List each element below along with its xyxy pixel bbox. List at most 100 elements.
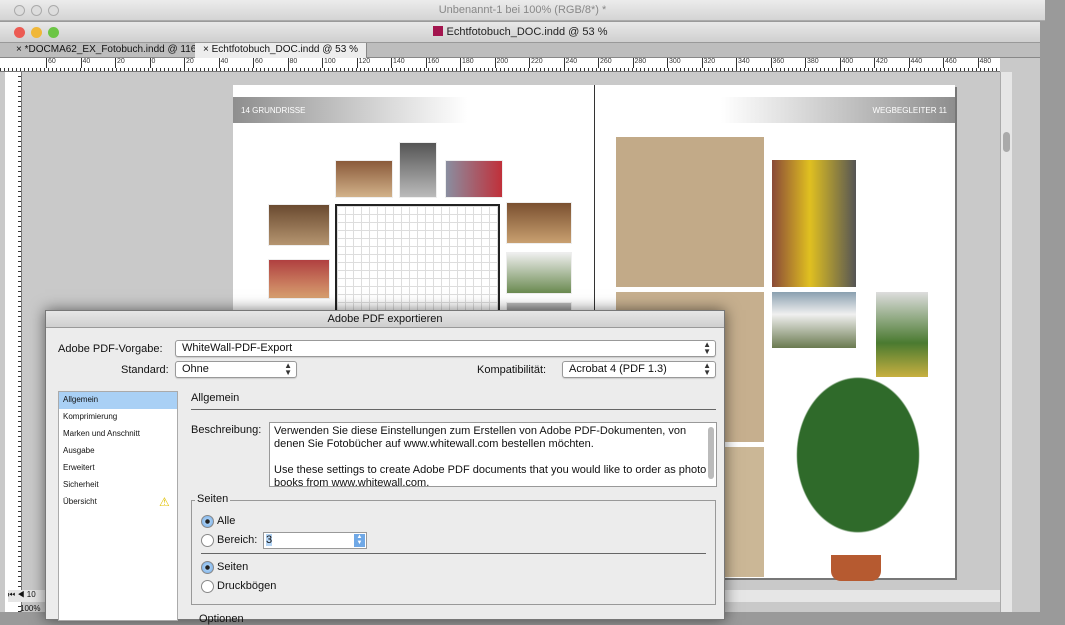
background-window-title: Unbenannt-1 bei 100% (RGB/8*) *	[438, 4, 607, 16]
textarea-scrollbar[interactable]	[708, 427, 714, 479]
page-number[interactable]: 10	[27, 590, 36, 599]
range-value: 3	[266, 534, 273, 546]
pages-divider	[201, 553, 706, 554]
ruler-tick-label: 240	[563, 58, 577, 68]
vertical-scrollbar[interactable]	[1000, 72, 1012, 612]
standard-select[interactable]: Ohne ▲ ▼	[175, 361, 297, 378]
section-title: Allgemein	[191, 392, 240, 404]
description-english: Use these settings to create Adobe PDF d…	[274, 464, 707, 487]
ruler-tick-label: 40	[218, 58, 228, 68]
range-stepper-icon[interactable]: ▲ ▼	[354, 534, 365, 547]
compat-value: Acrobat 4 (PDF 1.3)	[569, 363, 667, 375]
stepper-arrows-icon: ▲ ▼	[703, 361, 711, 377]
dialog-title: Adobe PDF exportieren	[46, 311, 724, 328]
tab-close-icon[interactable]: ×	[16, 44, 22, 55]
ruler-tick-label: 360	[770, 58, 784, 68]
sidebar-item-marken[interactable]: Marken und Anschnitt	[59, 426, 177, 443]
range-input[interactable]: 3 ▲ ▼	[263, 532, 367, 549]
photo-room-5[interactable]	[506, 252, 572, 294]
ruler-tick-label: 20	[115, 58, 125, 68]
preset-select[interactable]: WhiteWall-PDF-Export ▲ ▼	[175, 340, 716, 357]
pages-group-title: Seiten	[195, 493, 231, 505]
ruler-tick-label: 380	[805, 58, 819, 68]
description-textarea[interactable]: Verwenden Sie diese Einstellungen zum Er…	[269, 422, 717, 487]
tab-close-icon[interactable]: ×	[203, 44, 209, 55]
radio-range[interactable]	[201, 534, 214, 547]
tab-label: *DOCMA62_EX_Fotobuch.indd @ 116 %	[24, 44, 209, 55]
right-page-header: WEGBEGLEITER 11	[595, 97, 955, 123]
ruler-tick-label: 80	[287, 58, 297, 68]
ruler-tick-label: 300	[667, 58, 681, 68]
ruler-tick-label: 320	[701, 58, 715, 68]
sidebar-item-erweitert[interactable]: Erweitert	[59, 460, 177, 477]
pages-label: Seiten	[217, 561, 249, 573]
ruler-tick-label: 60	[46, 58, 56, 68]
ruler-tick-label: 280	[632, 58, 646, 68]
scrollbar-thumb[interactable]	[1003, 132, 1010, 152]
stepper-arrows-icon: ▲ ▼	[284, 361, 292, 377]
ruler-tick-label: 180	[460, 58, 474, 68]
standard-label: Standard:	[121, 364, 169, 376]
ruler-tick-label: 60	[253, 58, 263, 68]
compat-select[interactable]: Acrobat 4 (PDF 1.3) ▲ ▼	[562, 361, 716, 378]
photo-van[interactable]	[772, 292, 856, 348]
photo-cardboard-1[interactable]	[616, 137, 764, 287]
window-title-text: Echtfotobuch_DOC.indd @ 53 %	[446, 26, 608, 38]
photo-kitchen[interactable]	[335, 160, 393, 198]
window-title: Echtfotobuch_DOC.indd @ 53 %	[0, 26, 1040, 38]
ruler-tick-label: 200	[494, 58, 508, 68]
ruler-tick-label: 20	[184, 58, 194, 68]
tab-label: Echtfotobuch_DOC.indd @ 53 %	[211, 44, 358, 55]
sidebar-item-allgemein[interactable]: Allgemein	[59, 392, 177, 409]
ruler-tick-label: 120	[356, 58, 370, 68]
radio-spreads[interactable]	[201, 580, 214, 593]
window-titlebar: Echtfotobuch_DOC.indd @ 53 %	[0, 22, 1040, 43]
ruler-tick-label: 140	[391, 58, 405, 68]
photo-room-4[interactable]	[506, 202, 572, 244]
photo-forklift[interactable]	[772, 160, 856, 287]
description-german: Verwenden Sie diese Einstellungen zum Er…	[274, 425, 687, 450]
ruler-tick-label: 400	[839, 58, 853, 68]
range-label: Bereich:	[217, 534, 258, 546]
pages-group: Seiten Alle Bereich: 3 ▲ ▼ Seiten Druckbög…	[191, 493, 716, 605]
background-window-titlebar: Unbenannt-1 bei 100% (RGB/8*) *	[0, 0, 1045, 21]
radio-pages[interactable]	[201, 561, 214, 574]
page-navigator[interactable]: ⏮ ◀ 10	[8, 590, 48, 602]
options-group-title: Optionen	[199, 613, 244, 625]
settings-sidebar: Allgemein Komprimierung Marken und Ansch…	[58, 391, 178, 621]
preset-label: Adobe PDF-Vorgabe:	[58, 343, 163, 355]
photo-livingroom[interactable]	[445, 160, 503, 198]
spreads-label: Druckbögen	[217, 580, 277, 592]
photo-room-1[interactable]	[268, 204, 330, 246]
sidebar-item-sicherheit[interactable]: Sicherheit	[59, 477, 177, 494]
document-tabs: × *DOCMA62_EX_Fotobuch.indd @ 116 % × Ec…	[0, 43, 1040, 58]
photo-room-2[interactable]	[268, 259, 330, 299]
ruler-tick-label: 220	[529, 58, 543, 68]
horizontal-scrollbar[interactable]	[725, 590, 1000, 602]
pdf-export-dialog: Adobe PDF exportieren Adobe PDF-Vorgabe:…	[45, 310, 725, 625]
ruler-tick-label: 40	[80, 58, 90, 68]
sidebar-item-ausgabe[interactable]: Ausgabe	[59, 443, 177, 460]
tab-docma62[interactable]: × *DOCMA62_EX_Fotobuch.indd @ 116 %	[8, 43, 218, 58]
photo-small-plant[interactable]	[876, 292, 928, 377]
standard-value: Ohne	[182, 363, 209, 375]
ruler-tick-label: 460	[943, 58, 957, 68]
ruler-tick-label: 0	[149, 58, 155, 68]
zoom-level[interactable]: 100%	[20, 604, 40, 613]
horizontal-ruler[interactable]: 60 40 20 0 20 40 60 80 100 120 140 160 180 200 220 240 2…	[0, 58, 1000, 72]
photo-hallway[interactable]	[399, 142, 437, 198]
photo-rubber-plant[interactable]	[763, 375, 953, 575]
compat-label: Kompatibilität:	[477, 364, 547, 376]
tab-echtfotobuch[interactable]: × Echtfotobuch_DOC.indd @ 53 %	[195, 43, 367, 58]
stepper-arrows-icon: ▲ ▼	[703, 340, 711, 356]
vertical-ruler[interactable]	[5, 72, 22, 612]
left-page-header: 14 GRUNDRISSE	[233, 97, 594, 123]
sidebar-item-komprimierung[interactable]: Komprimierung	[59, 409, 177, 426]
ruler-tick-label: 420	[874, 58, 888, 68]
ruler-tick-label: 480	[977, 58, 991, 68]
sidebar-item-uebersicht[interactable]: Übersicht ⚠	[59, 494, 177, 511]
plant-pot	[831, 555, 881, 581]
ruler-tick-label: 100	[322, 58, 336, 68]
warning-icon: ⚠	[159, 495, 170, 509]
radio-all[interactable]	[201, 515, 214, 528]
